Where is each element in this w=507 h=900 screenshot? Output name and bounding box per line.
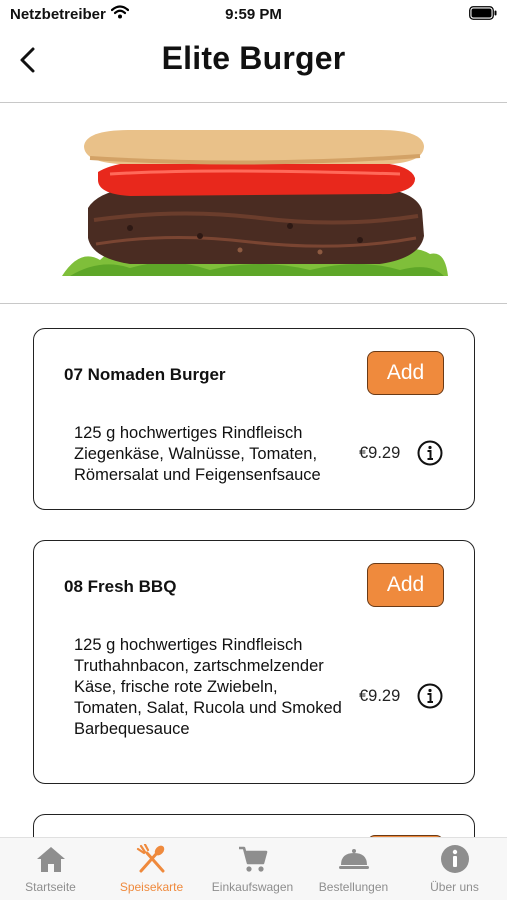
burger-image bbox=[62, 130, 448, 276]
tab-bar: Startseite Speisekarte Einkaufswagen Bes… bbox=[0, 837, 507, 900]
tab-label: Speisekarte bbox=[119, 880, 184, 894]
hero-banner bbox=[0, 104, 507, 304]
add-button[interactable]: Add bbox=[367, 351, 444, 395]
tab-speisekarte[interactable]: Speisekarte bbox=[101, 838, 202, 900]
tab-label: Einkaufswagen bbox=[211, 880, 294, 894]
item-description: 125 g hochwertiges Rindfleisch Truthahnb… bbox=[74, 636, 342, 738]
item-price: €9.29 bbox=[359, 687, 401, 705]
tab-ueber-uns[interactable]: Über uns bbox=[404, 838, 505, 900]
tab-startseite[interactable]: Startseite bbox=[0, 838, 101, 900]
screen: Netzbetreiber 9:59 PM Elite Burger 07 No… bbox=[0, 0, 507, 900]
item-name: 08 Fresh BBQ bbox=[64, 577, 177, 596]
menu-item-card: 07 Nomaden Burger Add 125 g hochwertiges… bbox=[33, 328, 475, 510]
info-icon bbox=[441, 845, 469, 873]
status-bar: Netzbetreiber 9:59 PM bbox=[0, 0, 507, 28]
tab-label: Bestellungen bbox=[318, 880, 389, 894]
fork-knife-icon bbox=[136, 844, 165, 873]
page-title: Elite Burger bbox=[161, 40, 346, 76]
menu-list[interactable]: 07 Nomaden Burger Add 125 g hochwertiges… bbox=[0, 304, 507, 838]
tab-einkaufswagen[interactable]: Einkaufswagen bbox=[202, 838, 303, 900]
tab-label: Über uns bbox=[430, 880, 479, 894]
battery-icon bbox=[469, 6, 497, 20]
add-button[interactable]: Add bbox=[367, 563, 444, 607]
item-description: 125 g hochwertiges Rindfleisch Ziegenkäs… bbox=[74, 424, 321, 484]
menu-item-card bbox=[33, 814, 475, 838]
info-icon[interactable] bbox=[417, 683, 443, 709]
cart-icon bbox=[239, 846, 268, 872]
nav-header: Elite Burger bbox=[0, 28, 507, 103]
clock: 9:59 PM bbox=[225, 6, 282, 23]
home-icon bbox=[37, 847, 65, 872]
cloche-icon bbox=[339, 849, 369, 869]
item-price: €9.29 bbox=[359, 444, 401, 462]
info-icon[interactable] bbox=[417, 440, 443, 466]
menu-item-card: 08 Fresh BBQ Add 125 g hochwertiges Rind… bbox=[33, 540, 475, 784]
tab-label: Startseite bbox=[25, 880, 76, 894]
item-name: 07 Nomaden Burger bbox=[64, 365, 226, 384]
tab-bestellungen[interactable]: Bestellungen bbox=[303, 838, 404, 900]
